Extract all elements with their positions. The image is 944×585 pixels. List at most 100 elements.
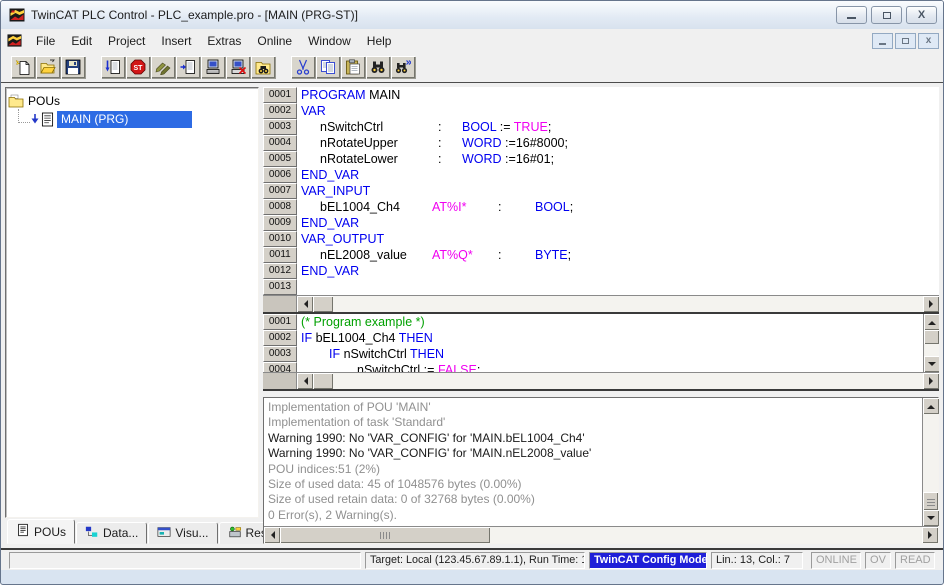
scroll-left-button[interactable] bbox=[297, 373, 313, 389]
mdi-close-button[interactable]: x bbox=[918, 33, 939, 49]
save-button[interactable] bbox=[61, 56, 85, 78]
declaration-code-area[interactable]: PROGRAM MAINVARnSwitchCtrl:BOOL := TRUE;… bbox=[297, 87, 939, 295]
arrow-up-icon bbox=[927, 401, 935, 409]
scroll-right-button[interactable] bbox=[922, 527, 938, 543]
scrollbar-track[interactable] bbox=[923, 414, 938, 492]
implementation-editor: 0001000200030004 (* Program example *)IF… bbox=[263, 314, 939, 391]
toolbar-group bbox=[11, 56, 85, 78]
scrollbar-track[interactable] bbox=[333, 373, 923, 389]
scrollbar-thumb[interactable] bbox=[313, 373, 333, 389]
stop-st-button[interactable]: ST bbox=[126, 56, 150, 78]
mdi-document-icon[interactable] bbox=[7, 33, 22, 48]
scroll-right-button[interactable] bbox=[923, 373, 939, 389]
message-line[interactable]: Implementation of POU 'MAIN' bbox=[268, 400, 918, 415]
line-number-gutter: 0001000200030004 bbox=[263, 314, 297, 372]
restore-icon bbox=[883, 12, 891, 19]
debug-pens-icon bbox=[155, 59, 171, 75]
mdi-minimize-button[interactable] bbox=[872, 33, 893, 49]
scroll-up-button[interactable] bbox=[923, 398, 939, 414]
menu-bar: FileEditProjectInsertExtrasOnlineWindowH… bbox=[1, 29, 943, 52]
message-line[interactable]: Size of used retain data: 0 of 32768 byt… bbox=[268, 492, 918, 507]
scrollbar-thumb[interactable] bbox=[923, 492, 938, 510]
copy-button[interactable] bbox=[316, 56, 340, 78]
vertical-scrollbar bbox=[922, 398, 938, 526]
tree-item-main-prg[interactable]: MAIN (PRG) bbox=[18, 110, 256, 128]
tree-root-pous[interactable]: POUs bbox=[8, 92, 256, 110]
line-number: 0004 bbox=[263, 362, 297, 372]
message-line[interactable]: Size of used data: 45 of 1048576 bytes (… bbox=[268, 477, 918, 492]
scrollbar-track[interactable] bbox=[333, 296, 923, 312]
line-number: 0012 bbox=[263, 263, 297, 279]
menu-online[interactable]: Online bbox=[249, 31, 300, 51]
status-twincat-mode: TwinCAT Config Mode bbox=[589, 552, 707, 569]
mdi-restore-button[interactable] bbox=[895, 33, 916, 49]
open-project-icon bbox=[40, 59, 56, 75]
scroll-down-button[interactable] bbox=[924, 356, 939, 372]
code-line: IF bEL1004_Ch4 THEN bbox=[301, 330, 923, 346]
minimize-icon bbox=[847, 17, 856, 19]
message-line[interactable]: Implementation of task 'Standard' bbox=[268, 415, 918, 430]
goto-page-icon bbox=[180, 59, 196, 75]
line-number: 0010 bbox=[263, 231, 297, 247]
scroll-left-button[interactable] bbox=[297, 296, 313, 312]
tree-connector bbox=[18, 109, 30, 123]
debug-pens-button[interactable] bbox=[151, 56, 175, 78]
menu-insert[interactable]: Insert bbox=[153, 31, 199, 51]
mdi-restore-icon bbox=[902, 38, 909, 44]
line-number: 0001 bbox=[263, 314, 297, 330]
restore-button[interactable] bbox=[871, 6, 902, 24]
menu-window[interactable]: Window bbox=[300, 31, 359, 51]
line-number: 0011 bbox=[263, 247, 297, 263]
menu-help[interactable]: Help bbox=[359, 31, 400, 51]
resources-icon bbox=[228, 525, 242, 542]
scroll-left-button[interactable] bbox=[264, 527, 280, 543]
menu-project[interactable]: Project bbox=[100, 31, 153, 51]
scroll-down-button[interactable] bbox=[923, 510, 939, 526]
line-number-gutter: 0001000200030004000500060007000800090010… bbox=[263, 87, 297, 295]
scroll-up-button[interactable] bbox=[924, 314, 939, 330]
toolbar-group: ST bbox=[101, 56, 275, 78]
scrollbar-track[interactable] bbox=[490, 527, 922, 543]
search-in-project-button[interactable] bbox=[251, 56, 275, 78]
message-line[interactable]: Warning 1990: No 'VAR_CONFIG' for 'MAIN.… bbox=[268, 446, 918, 461]
scrollbar-track[interactable] bbox=[924, 344, 939, 356]
tab-data[interactable]: Data... bbox=[76, 522, 147, 544]
horizontal-scrollbar bbox=[263, 295, 939, 312]
scroll-right-button[interactable] bbox=[923, 296, 939, 312]
menu-edit[interactable]: Edit bbox=[63, 31, 100, 51]
find-button[interactable] bbox=[366, 56, 390, 78]
close-button[interactable]: X bbox=[906, 6, 937, 24]
scrollbar-thumb[interactable] bbox=[280, 527, 490, 543]
new-file-button[interactable] bbox=[11, 56, 35, 78]
login-button[interactable] bbox=[201, 56, 225, 78]
menu-file[interactable]: File bbox=[28, 31, 63, 51]
tab-pous[interactable]: POUs bbox=[7, 519, 75, 544]
search-in-project-icon bbox=[255, 59, 271, 75]
paste-button[interactable] bbox=[341, 56, 365, 78]
tree-root-label: POUs bbox=[28, 94, 60, 108]
visualization-icon bbox=[157, 525, 171, 542]
line-number: 0013 bbox=[263, 279, 297, 295]
menu-extras[interactable]: Extras bbox=[199, 31, 249, 51]
cut-button[interactable] bbox=[291, 56, 315, 78]
tree-item-label: MAIN (PRG) bbox=[57, 111, 192, 128]
goto-page-button[interactable] bbox=[176, 56, 200, 78]
new-file-icon bbox=[15, 59, 31, 75]
line-number: 0009 bbox=[263, 215, 297, 231]
line-number: 0004 bbox=[263, 135, 297, 151]
open-project-button[interactable] bbox=[36, 56, 60, 78]
find-next-icon bbox=[395, 59, 411, 75]
message-line[interactable]: Warning 1990: No 'VAR_CONFIG' for 'MAIN.… bbox=[268, 431, 918, 446]
message-line[interactable]: 0 Error(s), 2 Warning(s). bbox=[268, 508, 918, 523]
implementation-code-area[interactable]: (* Program example *)IF bEL1004_Ch4 THEN… bbox=[297, 314, 923, 372]
scrollbar-thumb[interactable] bbox=[313, 296, 333, 312]
logout-button[interactable] bbox=[226, 56, 250, 78]
compile-button[interactable] bbox=[101, 56, 125, 78]
tab-visu[interactable]: Visu... bbox=[148, 522, 217, 544]
message-line[interactable]: POU indices:51 (2%) bbox=[268, 462, 918, 477]
scrollbar-thumb[interactable] bbox=[924, 330, 939, 344]
code-line: bEL1004_Ch4AT%I*:BOOL; bbox=[301, 199, 939, 215]
find-next-button[interactable] bbox=[391, 56, 415, 78]
pou-tree[interactable]: POUs MAIN (PRG) bbox=[5, 87, 259, 518]
minimize-button[interactable] bbox=[836, 6, 867, 24]
